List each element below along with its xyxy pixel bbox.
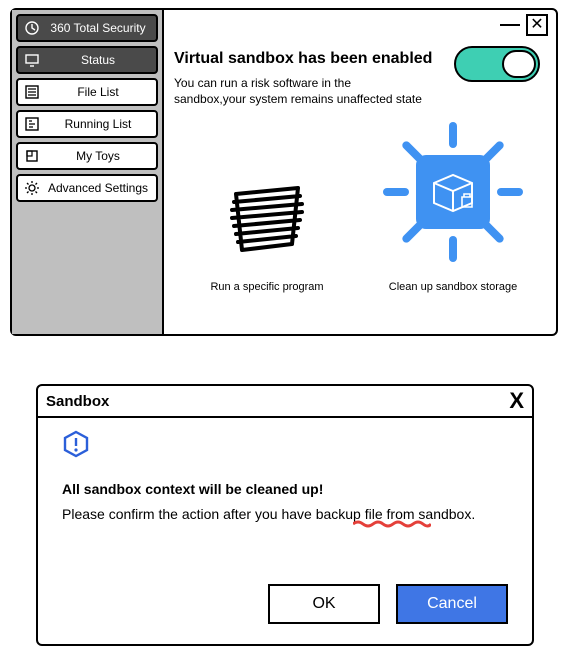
close-icon[interactable]: ✕ [526,14,548,36]
dialog-buttons: OK Cancel [38,584,532,644]
sidebar-item-mytoys[interactable]: My Toys [16,142,158,170]
shield-icon [24,20,40,36]
card-caption: Run a specific program [192,281,342,293]
card-caption: Clean up sandbox storage [378,281,528,293]
window-controls: ✕ [500,14,548,36]
dialog-body: All sandbox context will be cleaned up! … [38,418,532,584]
sidebar-item-running[interactable]: Running List [16,110,158,138]
scribble-icon [222,182,312,262]
dialog-message-1: All sandbox context will be cleaned up! [62,481,508,497]
dialog-message-2: Please confirm the action after you have… [62,505,508,525]
dialog-title: Sandbox [46,393,109,410]
spellcheck-squiggle-icon [353,520,431,528]
sidebar-item-status[interactable]: Status [16,46,158,74]
storage-box-icon [416,155,490,229]
action-cards: Run a specific program [174,137,546,293]
burst-icon [378,117,528,267]
sidebar-item-label: 360 Total Security [46,21,150,35]
sidebar-item-label: Running List [46,117,150,131]
cancel-button[interactable]: Cancel [396,584,508,624]
content-pane: ✕ Virtual sandbox has been enabled You c… [164,10,556,334]
run-program-card[interactable]: Run a specific program [192,182,342,293]
sidebar-item-label: Advanced Settings [46,181,150,195]
monitor-icon [24,52,40,68]
sidebar-item-advanced[interactable]: Advanced Settings [16,174,158,202]
sidebar-item-label: File List [46,85,150,99]
gear-icon [24,180,40,196]
main-window: 360 Total Security Status File List Runn… [10,8,558,336]
list-icon [24,84,40,100]
sidebar: 360 Total Security Status File List Runn… [12,10,164,334]
cleanup-card[interactable]: Clean up sandbox storage [378,137,528,293]
toggle-knob [502,50,536,78]
dialog-titlebar: Sandbox X [38,386,532,418]
ok-button[interactable]: OK [268,584,380,624]
close-icon[interactable]: X [509,388,524,414]
running-icon [24,116,40,132]
sidebar-item-label: My Toys [46,149,150,163]
sandbox-toggle[interactable] [454,46,540,82]
sidebar-item-label: Status [46,53,150,67]
main-subheading: You can run a risk software in the sandb… [174,76,424,107]
toys-icon [24,148,40,164]
minimize-icon[interactable] [500,24,520,26]
sidebar-item-title[interactable]: 360 Total Security [16,14,158,42]
confirm-dialog: Sandbox X All sandbox context will be cl… [36,384,534,646]
warning-icon [62,430,90,458]
sidebar-item-filelist[interactable]: File List [16,78,158,106]
